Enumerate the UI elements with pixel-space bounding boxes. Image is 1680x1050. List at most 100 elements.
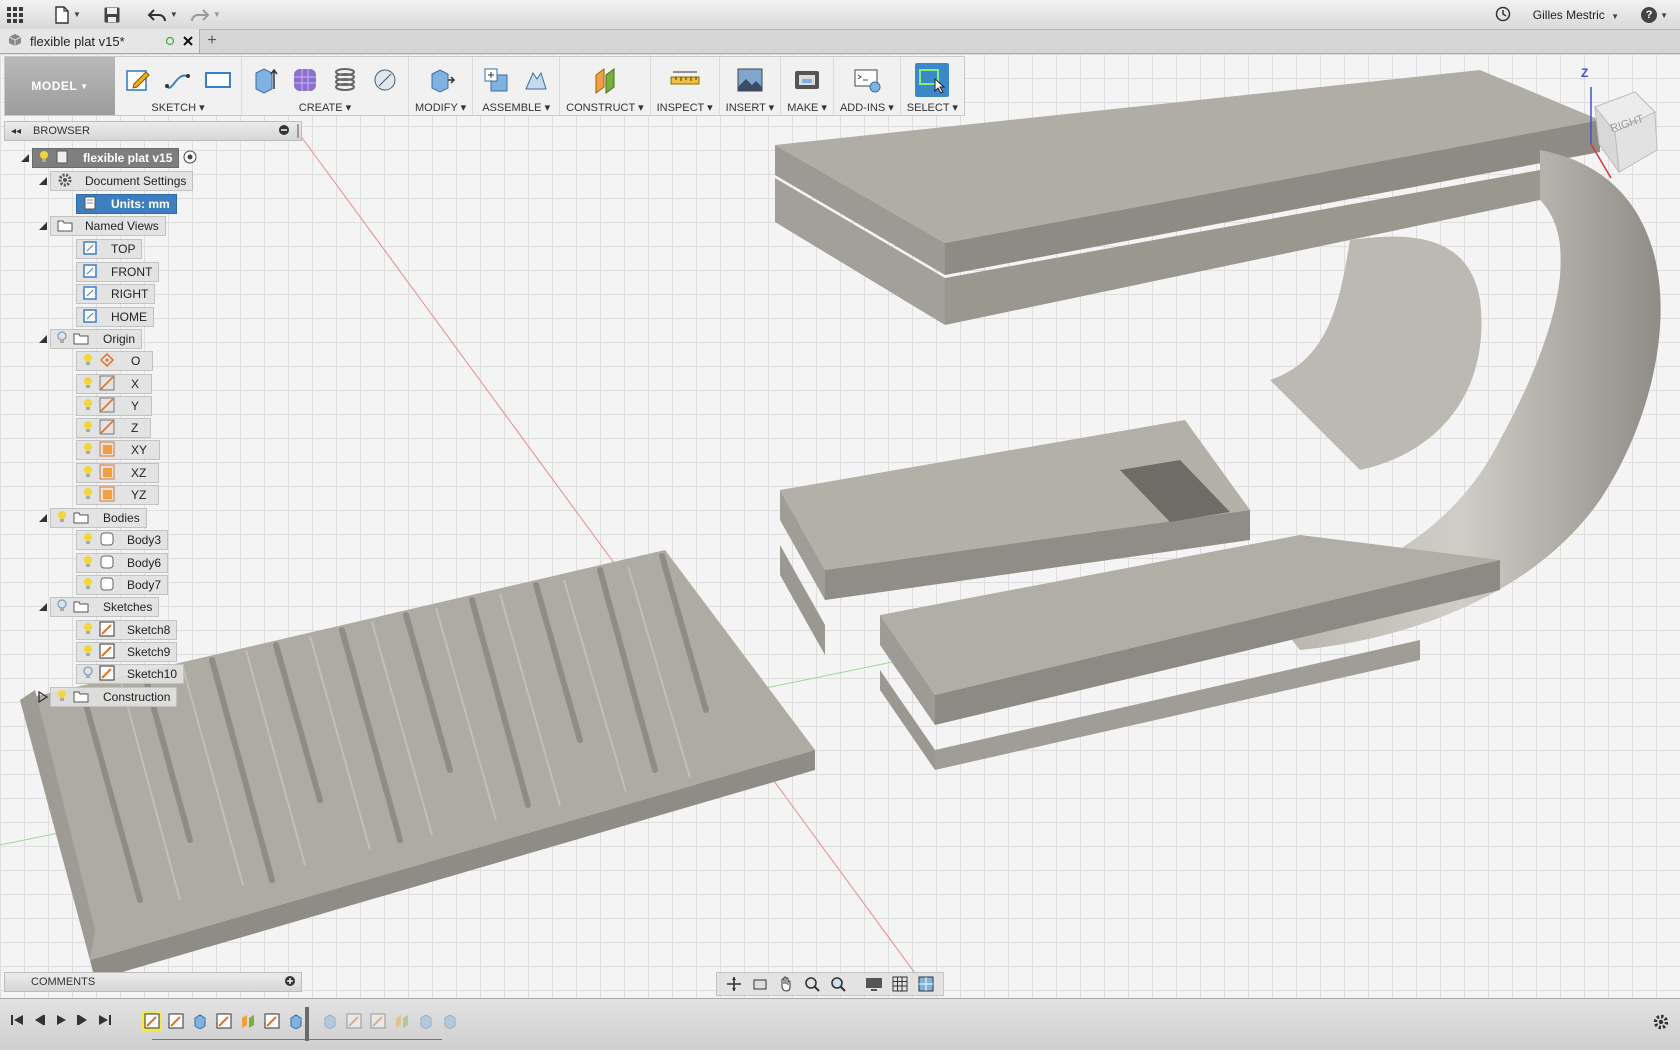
collapse-panel-icon[interactable]: ◂◂ — [11, 126, 21, 137]
coil-button[interactable] — [328, 63, 362, 97]
lightbulb-on-icon[interactable] — [83, 442, 93, 459]
tree-node-bodies[interactable]: Bodies — [36, 508, 147, 528]
lightbulb-off-icon[interactable] — [57, 330, 67, 348]
tree-node-sketch9[interactable]: Sketch9 — [76, 642, 178, 662]
grid-settings-button[interactable] — [889, 974, 911, 994]
timeline-feature-suppressed[interactable] — [320, 1011, 340, 1031]
press-pull-button[interactable] — [424, 63, 458, 97]
lightbulb-on-icon[interactable] — [83, 622, 93, 639]
sphere-button[interactable] — [368, 63, 402, 97]
panel-resize-handle[interactable] — [297, 124, 299, 138]
toolbar-group-label[interactable]: MAKE ▾ — [787, 101, 827, 114]
toolbar-group-label[interactable]: ASSEMBLE ▾ — [482, 101, 550, 114]
lightbulb-on-icon[interactable] — [83, 487, 93, 504]
tree-node-plane-xz[interactable]: XZ — [76, 463, 160, 483]
timeline-feature-suppressed[interactable] — [344, 1011, 364, 1031]
tree-node-axis-z[interactable]: Z — [76, 418, 152, 438]
toolbar-group-label[interactable]: CREATE ▾ — [299, 101, 351, 114]
go-to-end-button[interactable] — [98, 1013, 112, 1030]
job-status-button[interactable] — [1495, 6, 1511, 25]
redo-button[interactable]: ▼ — [184, 0, 227, 30]
tree-node-plane-yz[interactable]: YZ — [76, 485, 160, 505]
lightbulb-on-icon[interactable] — [83, 644, 93, 661]
timeline-marker[interactable] — [305, 1007, 309, 1041]
user-menu-button[interactable]: Gilles Mestric ▼ — [1533, 8, 1619, 22]
document-tab[interactable]: flexible plat v15* — [0, 29, 200, 53]
form-button[interactable] — [288, 63, 322, 97]
lightbulb-on-icon[interactable] — [83, 398, 93, 415]
step-forward-button[interactable] — [76, 1013, 90, 1030]
create-sketch-button[interactable] — [121, 63, 155, 97]
tree-node-root[interactable]: flexible plat v15 — [18, 148, 197, 168]
offset-plane-button[interactable] — [588, 63, 622, 97]
new-tab-button[interactable]: + — [200, 29, 224, 53]
lightbulb-on-icon[interactable] — [57, 510, 67, 527]
scripts-addins-button[interactable] — [850, 63, 884, 97]
select-button[interactable] — [915, 63, 950, 97]
viewports-button[interactable] — [915, 974, 937, 994]
timeline-feature-suppressed[interactable] — [440, 1011, 460, 1031]
extrude-button[interactable] — [248, 63, 282, 97]
lightbulb-on-icon[interactable] — [83, 577, 93, 594]
toolbar-group-label[interactable]: INSERT ▾ — [726, 101, 775, 114]
timeline-settings-button[interactable] — [1652, 1013, 1670, 1034]
insert-image-button[interactable] — [733, 63, 767, 97]
tree-node-document-settings[interactable]: Document Settings — [36, 171, 194, 191]
lightbulb-on-icon[interactable] — [83, 465, 93, 482]
fit-button[interactable] — [827, 974, 849, 994]
pan-button[interactable] — [775, 974, 797, 994]
expand-toggle-icon[interactable] — [36, 597, 50, 617]
tree-node-body3[interactable]: Body3 — [76, 530, 169, 550]
new-component-button[interactable] — [479, 63, 513, 97]
close-tab-button[interactable] — [183, 34, 193, 49]
tree-node-view-right[interactable]: RIGHT — [76, 284, 156, 304]
tree-node-body7[interactable]: Body7 — [76, 575, 169, 595]
timeline-feature-sketch[interactable] — [142, 1011, 162, 1031]
undo-button[interactable]: ▼ — [141, 0, 184, 30]
timeline-feature-suppressed[interactable] — [368, 1011, 388, 1031]
expand-toggle-icon[interactable] — [18, 148, 32, 168]
toolbar-group-label[interactable]: SELECT ▾ — [907, 101, 958, 114]
step-back-button[interactable] — [32, 1013, 46, 1030]
comments-panel-header[interactable]: COMMENTS — [4, 972, 302, 992]
tree-node-view-front[interactable]: FRONT — [76, 262, 160, 282]
toolbar-group-label[interactable]: SKETCH ▾ — [151, 101, 204, 114]
timeline-feature-sketch[interactable] — [214, 1011, 234, 1031]
toolbar-group-label[interactable]: ADD-INS ▾ — [840, 101, 894, 114]
tree-node-sketch10[interactable]: Sketch10 — [76, 664, 185, 684]
tree-node-units[interactable]: Units: mm — [76, 194, 177, 214]
tree-node-plane-xy[interactable]: XY — [76, 440, 161, 460]
help-button[interactable]: ? ▼ — [1641, 7, 1668, 23]
toolbar-group-label[interactable]: MODIFY ▾ — [415, 101, 466, 114]
tree-node-view-top[interactable]: TOP — [76, 239, 143, 259]
tree-node-named-views[interactable]: Named Views — [36, 216, 166, 236]
file-menu-button[interactable]: ▼ — [48, 0, 87, 30]
tree-node-body6[interactable]: Body6 — [76, 553, 169, 573]
tree-node-construction[interactable]: Construction — [36, 687, 178, 707]
expand-toggle-icon[interactable] — [36, 216, 50, 236]
add-comment-button[interactable] — [285, 976, 295, 989]
lightbulb-off-icon[interactable] — [83, 665, 93, 683]
tree-node-origin-point[interactable]: O — [76, 351, 154, 371]
timeline-feature-suppressed[interactable] — [392, 1011, 412, 1031]
lightbulb-on-icon[interactable] — [83, 353, 93, 370]
display-settings-button[interactable] — [863, 974, 885, 994]
measure-button[interactable] — [668, 63, 702, 97]
data-panel-button[interactable] — [0, 0, 30, 30]
canvas-viewport[interactable]: Z RIGHT — [0, 54, 1680, 998]
tree-node-origin[interactable]: Origin — [36, 329, 143, 349]
expand-toggle-icon[interactable] — [36, 171, 50, 191]
minimize-panel-button[interactable] — [279, 124, 289, 138]
save-button[interactable] — [97, 0, 127, 30]
orbit-button[interactable] — [723, 974, 745, 994]
zoom-button[interactable] — [801, 974, 823, 994]
go-to-start-button[interactable] — [10, 1013, 24, 1030]
tree-node-axis-y[interactable]: Y — [76, 396, 153, 416]
model-scene[interactable] — [0, 54, 1680, 998]
play-button[interactable] — [54, 1013, 68, 1030]
lightbulb-on-icon[interactable] — [83, 376, 93, 393]
rectangle-button[interactable] — [201, 63, 235, 97]
lightbulb-on-icon[interactable] — [83, 420, 93, 437]
tree-node-view-home[interactable]: HOME — [76, 307, 154, 327]
joint-button[interactable] — [519, 63, 553, 97]
